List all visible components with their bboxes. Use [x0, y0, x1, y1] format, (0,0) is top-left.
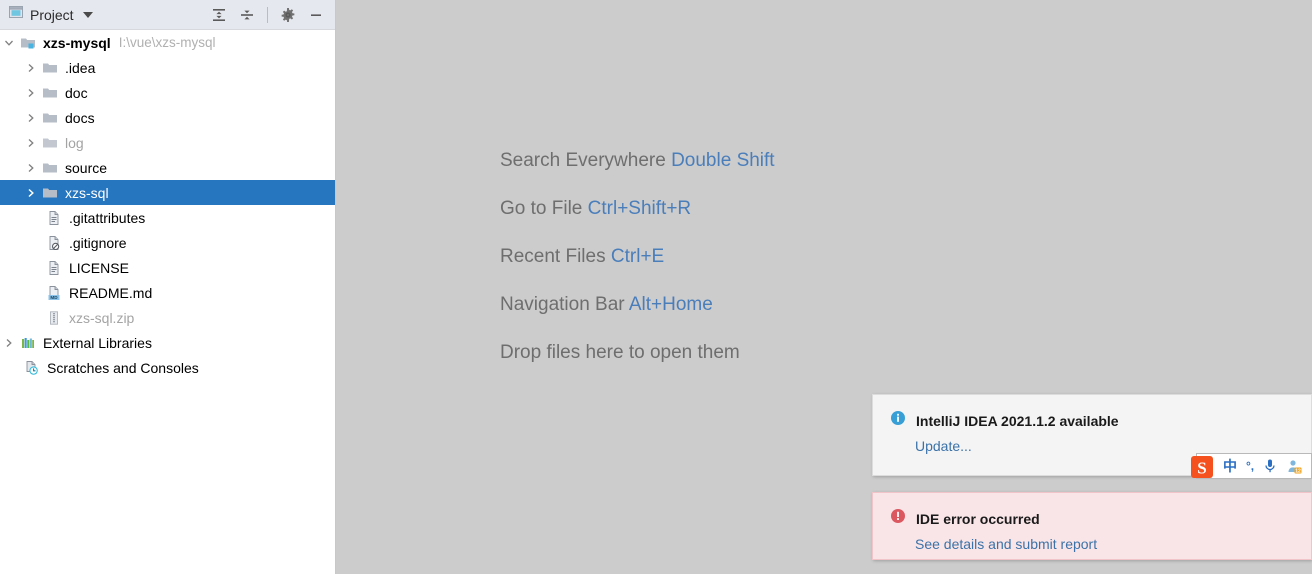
tree-node-label: log — [65, 134, 84, 151]
tree-row-doc[interactable]: doc — [0, 80, 335, 105]
hint-row-go-to-file: Go to File Ctrl+Shift+R — [500, 196, 1200, 222]
tree-row-xzs-sql-zip[interactable]: xzs-sql.zip — [0, 305, 335, 330]
notification-header: IntelliJ IDEA 2021.1.2 available — [873, 395, 1311, 431]
ime-language-mode[interactable]: 中 — [1223, 456, 1237, 476]
notification-title: IDE error occurred — [916, 510, 1040, 527]
hint-action-label: Recent Files — [500, 246, 606, 267]
notification-action-link[interactable]: See details and submit report — [915, 536, 1311, 552]
tree-row-idea[interactable]: .idea — [0, 55, 335, 80]
chevron-collapsed-icon[interactable] — [22, 80, 40, 105]
svg-text:12: 12 — [1295, 468, 1301, 474]
tree-node-label: .gitattributes — [69, 209, 146, 226]
hint-shortcut-label: Double Shift — [671, 150, 775, 171]
project-tool-window-actions — [206, 0, 329, 30]
hint-shortcut-label: Alt+Home — [628, 294, 713, 315]
tree-row-scratches-and-consoles[interactable]: Scratches and Consoles — [0, 355, 335, 380]
tree-node-label: LICENSE — [69, 259, 129, 276]
folder-icon — [40, 80, 60, 105]
svg-text:S: S — [1197, 459, 1206, 478]
gitignore-file-icon — [44, 230, 64, 255]
folder-icon — [40, 105, 60, 130]
hint-row-navigation-bar: Navigation Bar Alt+Home — [500, 292, 1200, 318]
chevron-collapsed-icon[interactable] — [22, 105, 40, 130]
editor-hints-list: Search Everywhere Double Shift Go to Fil… — [500, 148, 1200, 388]
error-icon — [890, 508, 906, 529]
text-file-icon — [44, 205, 64, 230]
tree-row-project-root[interactable]: xzs-mysql I:\vue\xzs-mysql — [0, 30, 335, 55]
collapse-all-button[interactable] — [234, 2, 260, 28]
tree-row-docs[interactable]: docs — [0, 105, 335, 130]
chevron-collapsed-icon[interactable] — [22, 130, 40, 155]
tree-node-label: .idea — [65, 59, 96, 76]
tree-node-label: .gitignore — [69, 234, 127, 251]
tree-node-label: docs — [65, 109, 95, 126]
module-folder-icon — [18, 30, 38, 55]
notification-title: IntelliJ IDEA 2021.1.2 available — [916, 412, 1119, 429]
toolbox-icon[interactable]: 12 — [1286, 458, 1302, 474]
tree-node-label: xzs-mysql — [43, 34, 111, 51]
folder-icon — [40, 155, 60, 180]
text-file-icon — [44, 255, 64, 280]
tree-row-source[interactable]: source — [0, 155, 335, 180]
hide-panel-button[interactable] — [303, 2, 329, 28]
project-tool-window: Project xzs-mysql I:\vue\xzs-mysql .idea… — [0, 0, 336, 574]
tree-row-xzs-sql[interactable]: xzs-sql — [0, 180, 335, 205]
chevron-collapsed-icon[interactable] — [22, 180, 40, 205]
hint-action-label: Drop files here to open them — [500, 342, 740, 363]
hint-shortcut-label: Ctrl+Shift+R — [587, 198, 692, 219]
hint-row-recent-files: Recent Files Ctrl+E — [500, 244, 1200, 270]
libraries-icon — [18, 330, 38, 355]
folder-icon — [40, 180, 60, 205]
hint-shortcut-label: Ctrl+E — [610, 246, 665, 267]
chevron-collapsed-icon[interactable] — [22, 55, 40, 80]
project-path-label: I:\vue\xzs-mysql — [118, 35, 216, 50]
markdown-file-icon: MD — [44, 280, 64, 305]
tree-row-gitattributes[interactable]: .gitattributes — [0, 205, 335, 230]
toolbar-divider — [267, 7, 268, 23]
scratches-icon — [22, 355, 42, 380]
hint-action-label: Navigation Bar — [500, 294, 625, 315]
chevron-expanded-icon[interactable] — [0, 30, 18, 55]
mic-icon[interactable] — [1263, 458, 1277, 474]
svg-text:MD: MD — [50, 295, 58, 300]
tree-row-readme[interactable]: MD README.md — [0, 280, 335, 305]
chevron-collapsed-icon[interactable] — [0, 330, 18, 355]
folder-icon — [40, 55, 60, 80]
tree-row-log[interactable]: log — [0, 130, 335, 155]
tree-row-license[interactable]: LICENSE — [0, 255, 335, 280]
archive-file-icon — [44, 305, 64, 330]
tree-node-label: xzs-sql — [65, 184, 109, 201]
ide-window: Search Everywhere Double Shift Go to Fil… — [0, 0, 1312, 574]
folder-icon — [40, 130, 60, 155]
project-window-icon — [8, 4, 24, 25]
tree-row-gitignore[interactable]: .gitignore — [0, 230, 335, 255]
tree-node-label: xzs-sql.zip — [69, 309, 135, 326]
sogou-logo-icon[interactable]: S — [1189, 454, 1215, 480]
tree-node-label: External Libraries — [43, 334, 152, 351]
tree-row-external-libraries[interactable]: External Libraries — [0, 330, 335, 355]
chevron-collapsed-icon[interactable] — [22, 155, 40, 180]
notification-action-link[interactable]: Update... — [915, 438, 1311, 454]
project-tool-window-header: Project — [0, 0, 335, 30]
ime-toolbar[interactable]: S 中 °, 12 — [1191, 453, 1312, 479]
hint-action-label: Search Everywhere — [500, 150, 666, 171]
info-icon — [890, 410, 906, 431]
notification-header: IDE error occurred — [873, 493, 1311, 529]
notification-ide-error[interactable]: IDE error occurred See details and submi… — [872, 492, 1312, 560]
ime-punctuation-mode[interactable]: °, — [1246, 459, 1254, 473]
project-view-selector[interactable]: Project — [0, 4, 93, 25]
gear-icon[interactable] — [275, 2, 301, 28]
project-tree[interactable]: xzs-mysql I:\vue\xzs-mysql .idea doc doc… — [0, 30, 335, 573]
editor-empty-area[interactable]: Search Everywhere Double Shift Go to Fil… — [336, 0, 1312, 574]
hint-row-search-everywhere: Search Everywhere Double Shift — [500, 148, 1200, 174]
tree-node-label: README.md — [69, 284, 153, 301]
expand-all-button[interactable] — [206, 2, 232, 28]
tree-node-label: Scratches and Consoles — [47, 359, 199, 376]
tree-node-label: doc — [65, 84, 88, 101]
project-tool-window-title: Project — [30, 6, 74, 23]
chevron-down-icon[interactable] — [82, 11, 93, 18]
tree-node-label: source — [65, 159, 108, 176]
hint-row-drop-files: Drop files here to open them — [500, 340, 1200, 366]
hint-action-label: Go to File — [500, 198, 583, 219]
